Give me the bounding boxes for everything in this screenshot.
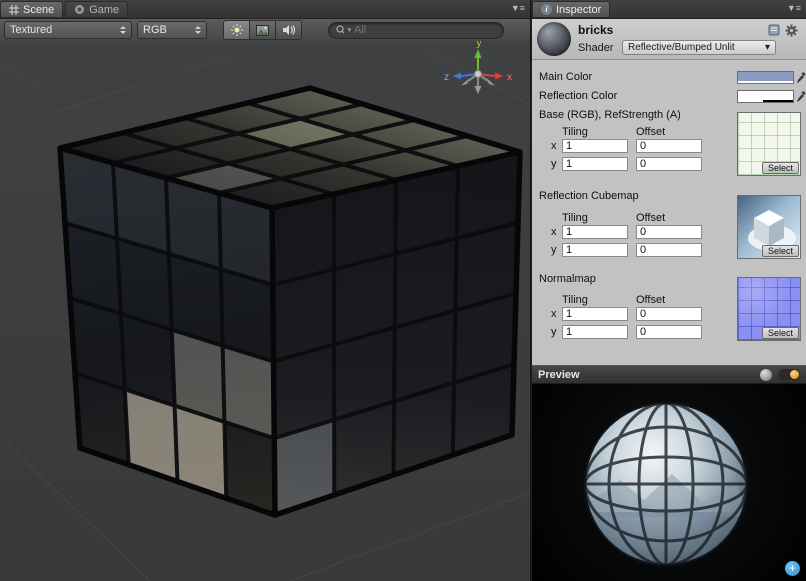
draw-mode-dropdown[interactable]: Textured	[4, 21, 132, 39]
base-tiling-y-input[interactable]	[562, 157, 628, 171]
scene-effects-toggle[interactable]	[249, 20, 276, 40]
tab-inspector[interactable]: i Inspector	[532, 1, 610, 18]
search-icon	[336, 25, 344, 35]
select-button[interactable]: Select	[762, 245, 799, 257]
pane-menu-icon[interactable]: ▼≡	[511, 3, 525, 13]
orientation-gizmo[interactable]: y x z	[444, 41, 512, 94]
row-y-label: y	[551, 244, 557, 256]
inspector-pane: i Inspector ▼≡ bricks Shader Reflective/…	[532, 0, 806, 581]
reflection-color-label: Reflection Color	[539, 90, 617, 102]
normalmap-tiling-x-input[interactable]	[562, 307, 628, 321]
reflection-color-swatch[interactable]	[737, 90, 794, 103]
material-header: bricks Shader Reflective/Bumped Unlit ▾	[532, 19, 806, 60]
cubemap-thumbnail[interactable]: Select	[737, 195, 801, 259]
scene-lighting-toggle[interactable]	[223, 20, 250, 40]
scene-toolbar: Textured RGB	[0, 19, 530, 42]
tab-scene[interactable]: Scene	[0, 1, 63, 18]
draw-mode-label: Textured	[10, 24, 52, 36]
gear-icon[interactable]	[785, 24, 798, 37]
speaker-icon	[282, 24, 295, 36]
preview-sphere	[532, 384, 806, 581]
updown-icon	[120, 26, 126, 34]
updown-icon	[195, 26, 201, 34]
preview-lighting-toggle[interactable]	[778, 369, 800, 380]
tiling-header: Tiling	[562, 212, 588, 224]
render-mode-label: RGB	[143, 24, 167, 36]
base-texture-thumbnail[interactable]: Select	[737, 112, 801, 176]
tiling-header: Tiling	[562, 126, 588, 138]
row-x-label: x	[551, 308, 557, 320]
main-color-swatch[interactable]	[737, 71, 794, 84]
offset-header: Offset	[636, 212, 665, 224]
help-icon[interactable]	[768, 24, 780, 36]
preview-header[interactable]: Preview	[532, 365, 806, 384]
normalmap-label: Normalmap	[539, 273, 596, 285]
preview-title: Preview	[538, 369, 754, 381]
gizmo-x-label: x	[507, 72, 512, 83]
normalmap-thumbnail[interactable]: Select	[737, 277, 801, 341]
scene-tabstrip: Scene Game ▼≡	[0, 0, 530, 19]
scene-viewport[interactable]: y x z	[0, 41, 530, 581]
tab-label: Inspector	[556, 4, 601, 16]
eyedropper-icon[interactable]	[796, 90, 806, 103]
shader-label: Shader	[578, 42, 613, 54]
search-input[interactable]	[354, 24, 496, 36]
tab-game[interactable]: Game	[65, 1, 128, 18]
material-sphere-thumbnail	[537, 22, 571, 56]
tiling-header: Tiling	[562, 294, 588, 306]
render-mode-dropdown[interactable]: RGB	[137, 21, 207, 39]
shader-dropdown[interactable]: Reflective/Bumped Unlit ▾	[622, 40, 776, 55]
preview-panel: Preview	[532, 365, 806, 581]
normalmap-offset-x-input[interactable]	[636, 307, 702, 321]
base-offset-y-input[interactable]	[636, 157, 702, 171]
tab-label: Game	[89, 4, 119, 16]
cubemap-tiling-x-input[interactable]	[562, 225, 628, 239]
material-preview[interactable]: +	[532, 384, 806, 581]
gizmo-y-label: y	[477, 41, 482, 49]
cubemap-tiling-y-input[interactable]	[562, 243, 628, 257]
cubemap-offset-y-input[interactable]	[636, 243, 702, 257]
sun-icon	[231, 24, 243, 36]
pane-menu-icon[interactable]: ▼≡	[787, 3, 801, 13]
material-properties: Main Color Reflection Color Base (RGB), …	[532, 58, 806, 365]
normalmap-offset-y-input[interactable]	[636, 325, 702, 339]
inspector-tabstrip: i Inspector ▼≡	[532, 0, 806, 19]
gizmo-z-label: z	[444, 72, 449, 83]
normalmap-tiling-y-input[interactable]	[562, 325, 628, 339]
eyedropper-icon[interactable]	[796, 71, 806, 84]
game-icon	[74, 4, 85, 15]
shader-value: Reflective/Bumped Unlit	[628, 42, 735, 53]
row-y-label: y	[551, 326, 557, 338]
scene-pane: Scene Game ▼≡ Textured RGB	[0, 0, 531, 581]
textured-cube[interactable]	[60, 88, 520, 515]
main-color-label: Main Color	[539, 71, 592, 83]
base-tiling-x-input[interactable]	[562, 139, 628, 153]
base-offset-x-input[interactable]	[636, 139, 702, 153]
info-icon: i	[541, 4, 552, 15]
add-button[interactable]: +	[785, 561, 800, 576]
material-name: bricks	[578, 23, 613, 37]
scene-render: y x z	[0, 41, 530, 581]
offset-header: Offset	[636, 294, 665, 306]
cubemap-label: Reflection Cubemap	[539, 190, 639, 202]
offset-header: Offset	[636, 126, 665, 138]
unity-editor-window: Scene Game ▼≡ Textured RGB	[0, 0, 806, 581]
chevron-down-icon: ▾	[765, 42, 770, 53]
scene-grid-icon	[9, 5, 19, 15]
cubemap-offset-x-input[interactable]	[636, 225, 702, 239]
row-x-label: x	[551, 226, 557, 238]
preview-model-icon[interactable]	[760, 369, 772, 381]
select-button[interactable]: Select	[762, 327, 799, 339]
select-button[interactable]: Select	[762, 162, 799, 174]
row-y-label: y	[551, 158, 557, 170]
row-x-label: x	[551, 140, 557, 152]
scene-search-field[interactable]: ▾	[328, 22, 504, 39]
image-icon	[256, 25, 269, 36]
base-texture-label: Base (RGB), RefStrength (A)	[539, 109, 681, 121]
tab-label: Scene	[23, 4, 54, 16]
search-filter-arrow-icon[interactable]: ▾	[347, 26, 351, 34]
scene-audio-toggle[interactable]	[275, 20, 302, 40]
